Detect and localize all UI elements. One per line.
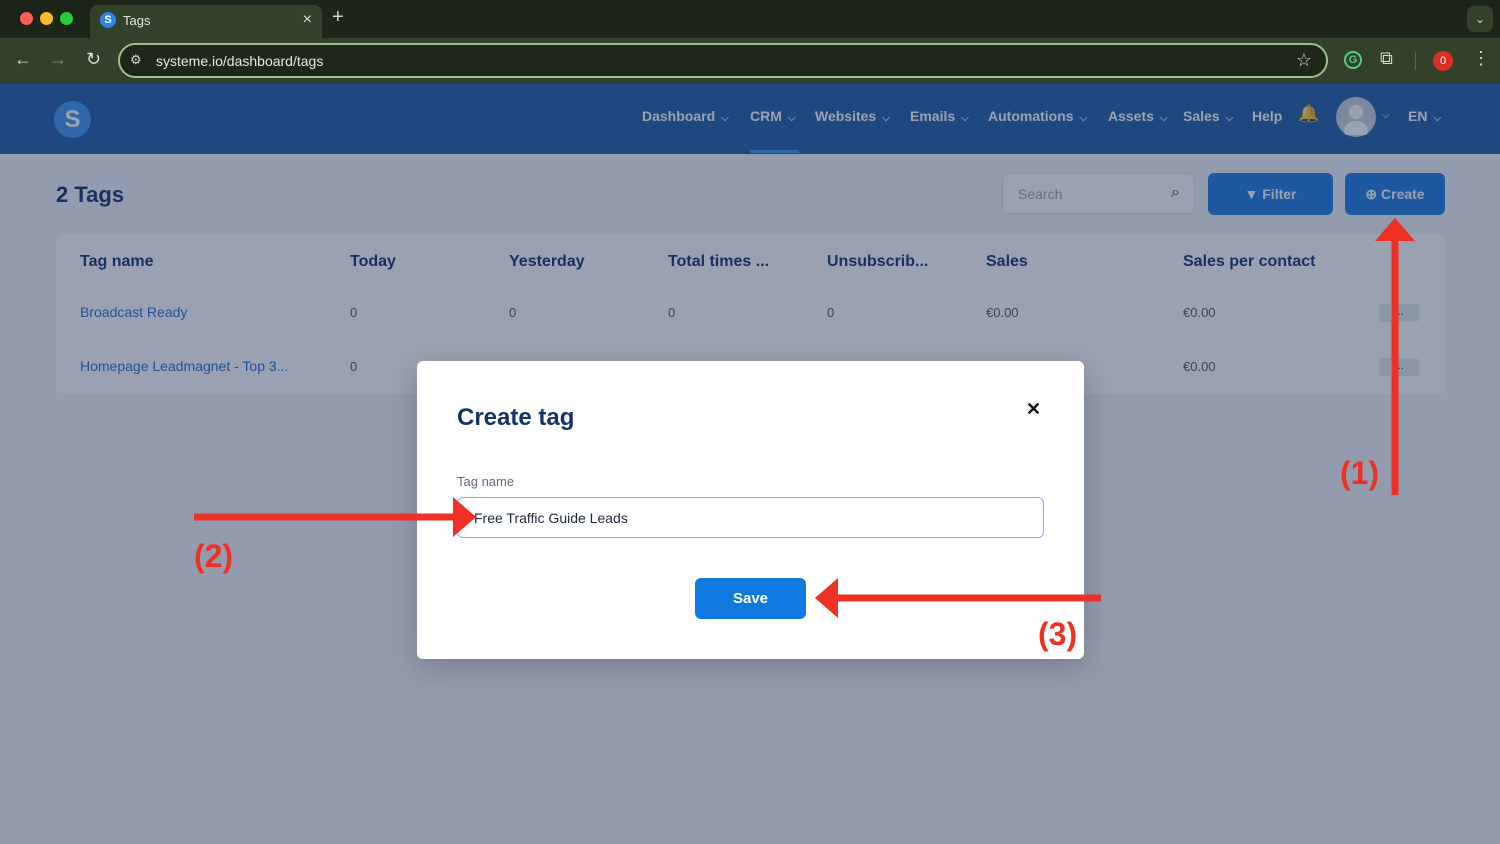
arrow-step-1-head xyxy=(1375,218,1415,241)
annotation-step-2: (2) xyxy=(194,538,234,574)
annotation-step-3: (3) xyxy=(1038,616,1078,652)
annotation-arrows xyxy=(194,218,1415,618)
annotation-step-1: (1) xyxy=(1340,455,1380,491)
arrow-step-2-head xyxy=(453,497,476,537)
arrow-step-3-head xyxy=(815,578,838,618)
